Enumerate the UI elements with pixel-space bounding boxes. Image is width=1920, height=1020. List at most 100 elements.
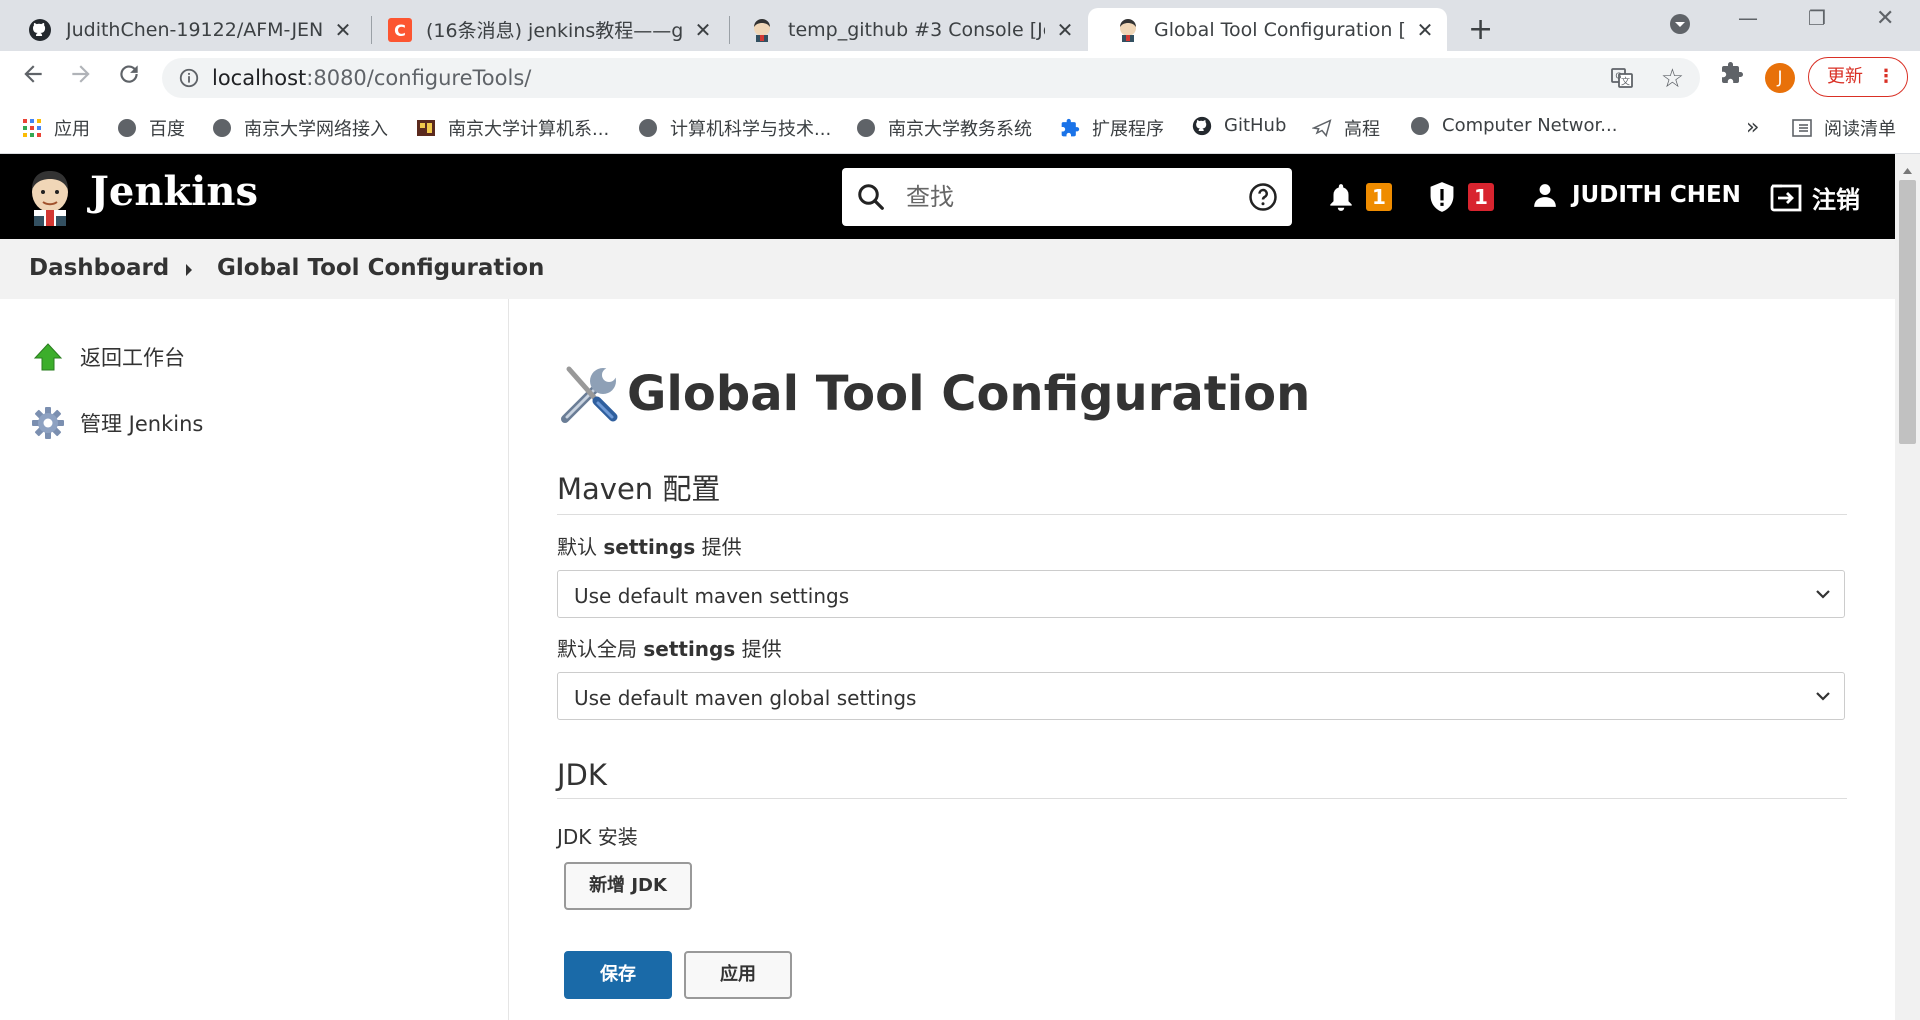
svg-text:G: G: [1615, 72, 1621, 81]
scroll-up-icon[interactable]: [1902, 160, 1913, 179]
browser-tab-active[interactable]: Global Tool Configuration [Jen ✕: [1088, 8, 1447, 51]
minimize-icon[interactable]: —: [1738, 6, 1758, 30]
profile-avatar[interactable]: J: [1765, 63, 1795, 93]
tab-title: JudithChen-19122/AFM-JENKI: [66, 18, 323, 41]
bookmark-nju-cs[interactable]: 南京大学计算机系...: [416, 115, 609, 141]
tab-title: Global Tool Configuration [Jen: [1154, 18, 1405, 41]
user-link[interactable]: JUDITH CHEN: [1532, 182, 1741, 208]
menu-dots-icon: ⋮: [1877, 66, 1895, 87]
jdk-install-label: JDK 安装: [557, 825, 638, 849]
maven-section-heading: Maven 配置: [557, 466, 1847, 515]
breadcrumb-current[interactable]: Global Tool Configuration: [217, 255, 544, 281]
globe-icon: [638, 118, 658, 138]
bookmark-star-icon[interactable]: ☆: [1661, 64, 1684, 94]
close-icon[interactable]: ✕: [1415, 18, 1435, 42]
search-input[interactable]: [904, 180, 1208, 214]
paper-plane-icon: [1312, 118, 1332, 138]
sidebar-item-label: 管理 Jenkins: [80, 412, 204, 436]
chevron-down-icon: [1814, 687, 1832, 709]
global-settings-provider-select[interactable]: Use default maven global settings: [557, 672, 1845, 720]
globe-icon: [117, 118, 137, 138]
tools-icon: [557, 361, 623, 427]
page-title-text: Global Tool Configuration: [627, 366, 1311, 422]
logout-icon: [1770, 184, 1802, 212]
user-icon: [1532, 182, 1558, 208]
apply-button[interactable]: 应用: [684, 951, 792, 999]
puzzle-icon: [1060, 118, 1080, 138]
bookmark-nju-academic[interactable]: 南京大学教务系统: [856, 115, 1032, 141]
bookmarks-bar: 应用 百度 南京大学网络接入 南京大学计算机系... 计算机科学与技术... 南…: [0, 105, 1920, 154]
restore-icon[interactable]: ❐: [1808, 6, 1826, 30]
github-icon: [1192, 116, 1212, 136]
chevron-down-icon: [1814, 585, 1832, 607]
save-button[interactable]: 保存: [564, 951, 672, 999]
browser-tab[interactable]: temp_github #3 Console [Jenk ✕: [722, 8, 1087, 51]
security-badge[interactable]: 1: [1468, 183, 1494, 211]
reload-icon[interactable]: [116, 61, 142, 94]
bookmark-gaocheng[interactable]: 高程: [1312, 115, 1380, 141]
bell-icon[interactable]: [1328, 182, 1354, 216]
help-icon[interactable]: [1248, 182, 1278, 216]
sidebar-item-manage-jenkins[interactable]: 管理 Jenkins: [30, 405, 203, 441]
bookmark-cs-tech[interactable]: 计算机科学与技术...: [638, 115, 831, 141]
jenkins-icon: [1116, 18, 1140, 42]
address-bar[interactable]: localhost:8080/configureTools/ 文G ☆: [162, 58, 1700, 98]
jenkins-logo-text[interactable]: Jenkins: [90, 168, 258, 215]
update-label: 更新: [1827, 66, 1863, 87]
tab-title: temp_github #3 Console [Jenk: [788, 18, 1045, 41]
reading-list-icon: [1792, 118, 1812, 138]
globe-icon: [212, 118, 232, 138]
search-icon: [856, 182, 886, 216]
update-button[interactable]: 更新 ⋮: [1808, 57, 1908, 97]
tab-title: (16条消息) jenkins教程——gith: [426, 20, 683, 42]
sidebar-item-back-to-dashboard[interactable]: 返回工作台: [30, 339, 185, 375]
global-settings-provider-label: 默认全局 settings 提供: [557, 637, 782, 661]
bookmark-baidu[interactable]: 百度: [117, 115, 185, 141]
reading-list[interactable]: 阅读清单: [1792, 115, 1896, 141]
close-icon[interactable]: ✕: [693, 18, 713, 42]
browser-tab[interactable]: JudithChen-19122/AFM-JENKI ✕: [0, 8, 365, 51]
browser-tab-strip: JudithChen-19122/AFM-JENKI ✕ C (16条消息) j…: [0, 0, 1920, 51]
bookmark-extensions[interactable]: 扩展程序: [1060, 115, 1164, 141]
shield-icon[interactable]: [1428, 181, 1456, 217]
apps-grid-icon: [22, 118, 42, 138]
url-text[interactable]: localhost:8080/configureTools/: [212, 66, 531, 90]
search-box: [842, 168, 1292, 226]
settings-provider-label: 默认 settings 提供: [557, 535, 742, 559]
close-icon[interactable]: ✕: [1055, 18, 1075, 42]
page-title: Global Tool Configuration: [557, 361, 1310, 427]
page-scrollbar[interactable]: [1895, 154, 1920, 1020]
csdn-icon: C: [388, 17, 412, 42]
extensions-icon[interactable]: [1720, 61, 1744, 92]
sidebar-item-label: 返回工作台: [80, 346, 185, 370]
logout-link[interactable]: 注销: [1770, 180, 1860, 215]
selected-value: Use default maven global settings: [574, 686, 917, 710]
breadcrumb-dashboard[interactable]: Dashboard: [29, 255, 169, 281]
bookmark-nju-network[interactable]: 南京大学网络接入: [212, 115, 388, 141]
bookmark-computer-network[interactable]: Computer Networ...: [1410, 115, 1617, 136]
bookmark-github[interactable]: GitHub: [1192, 115, 1286, 136]
browser-toolbar: localhost:8080/configureTools/ 文G ☆ J 更新…: [0, 51, 1920, 105]
breadcrumb-separator-icon[interactable]: [184, 262, 194, 281]
user-name: JUDITH CHEN: [1572, 182, 1741, 208]
more-bookmarks-icon[interactable]: »: [1746, 115, 1759, 140]
selected-value: Use default maven settings: [574, 584, 850, 608]
window-close-icon[interactable]: ✕: [1876, 6, 1894, 31]
add-jdk-button[interactable]: 新增 JDK: [564, 862, 692, 910]
bookmark-apps[interactable]: 应用: [22, 115, 90, 141]
close-icon[interactable]: ✕: [333, 18, 353, 42]
up-arrow-icon: [30, 339, 66, 375]
settings-provider-select[interactable]: Use default maven settings: [557, 570, 1845, 618]
gear-icon: [30, 405, 66, 441]
browser-tab[interactable]: C (16条消息) jenkins教程——gith ✕: [360, 8, 725, 51]
site-info-icon[interactable]: [178, 67, 200, 93]
notification-badge[interactable]: 1: [1366, 183, 1392, 211]
back-icon[interactable]: [20, 61, 46, 94]
jenkins-logo-icon[interactable]: [26, 168, 74, 230]
new-tab-icon[interactable]: +: [1468, 12, 1493, 47]
svg-text:C: C: [394, 21, 406, 40]
scrollbar-thumb[interactable]: [1899, 180, 1916, 444]
forward-icon[interactable]: [68, 61, 94, 94]
tab-search-icon[interactable]: [1668, 12, 1692, 41]
translate-icon[interactable]: 文G: [1610, 66, 1634, 94]
